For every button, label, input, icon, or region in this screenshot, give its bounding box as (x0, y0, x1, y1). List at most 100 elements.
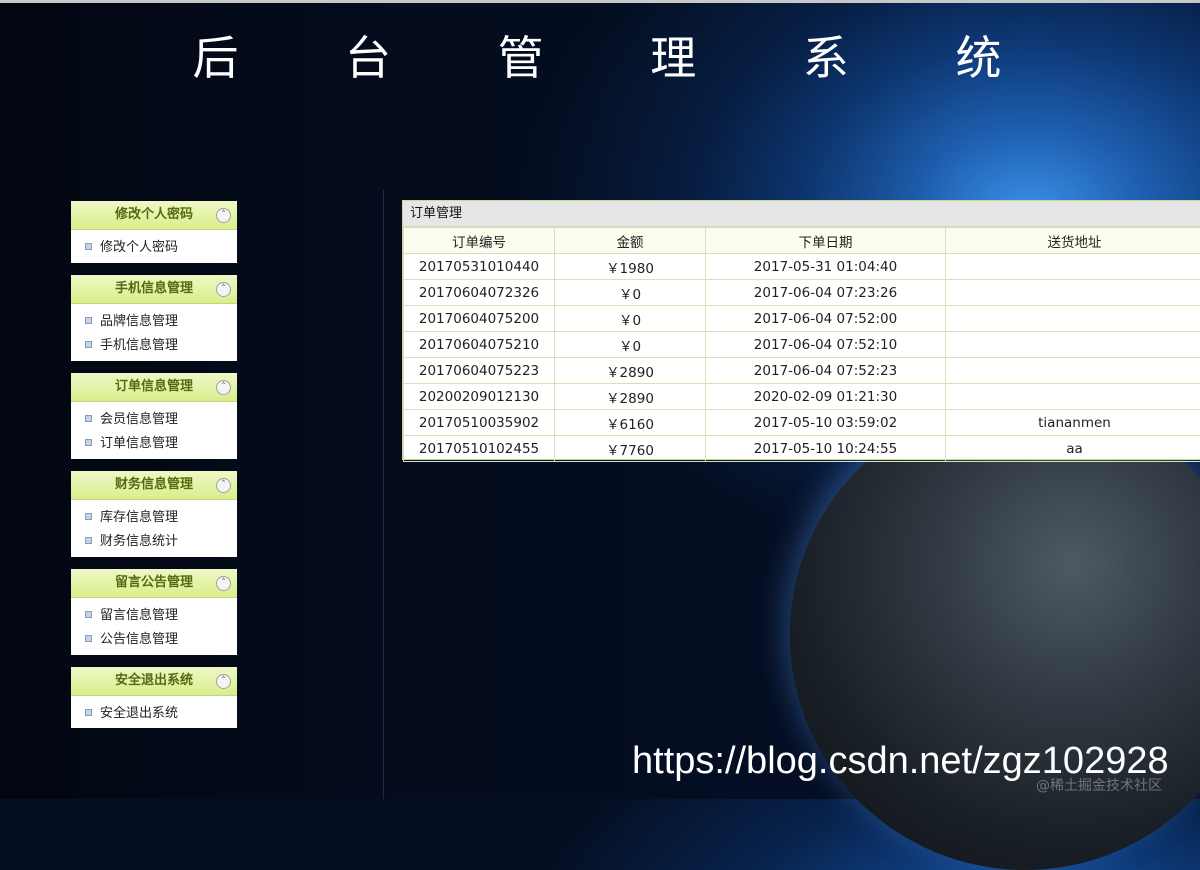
square-bullet-icon (85, 709, 92, 716)
table-row[interactable]: 20170604075223￥28902017-06-04 07:52:23 (404, 358, 1200, 384)
menu-group-title: 订单信息管理 (115, 379, 193, 394)
chevron-double-up-icon[interactable]: ˄ (216, 208, 231, 223)
cell-order-no: 20170604072326 (404, 280, 555, 306)
cell-order-no: 20170604075223 (404, 358, 555, 384)
menu-item[interactable]: 公告信息管理 (71, 628, 237, 653)
menu-item-list: 品牌信息管理手机信息管理 (71, 304, 237, 361)
menu-item-label: 修改个人密码 (100, 240, 178, 255)
square-bullet-icon (85, 611, 92, 618)
cell-address: tiananmen (946, 410, 1200, 436)
square-bullet-icon (85, 317, 92, 324)
menu-item[interactable]: 手机信息管理 (71, 334, 237, 359)
table-row[interactable]: 20170604075210￥02017-06-04 07:52:10 (404, 332, 1200, 358)
menu-item-list: 修改个人密码 (71, 230, 237, 263)
cell-amount: ￥0 (555, 332, 706, 358)
cell-address (946, 332, 1200, 358)
layout-divider (383, 190, 384, 799)
table-row[interactable]: 20170510035902￥61602017-05-10 03:59:02ti… (404, 410, 1200, 436)
table-row[interactable]: 20200209012130￥28902020-02-09 01:21:30 (404, 384, 1200, 410)
menu-group-title: 安全退出系统 (115, 673, 193, 688)
chevron-double-up-icon[interactable]: ˄ (216, 478, 231, 493)
menu-item-label: 库存信息管理 (100, 510, 178, 525)
cell-order-date: 2017-05-31 01:04:40 (706, 254, 946, 280)
page-title: 后 台 管 理 系 统 (0, 22, 1200, 88)
cell-order-no: 20170531010440 (404, 254, 555, 280)
column-header-order-date: 下单日期 (706, 228, 946, 254)
column-header-order-no: 订单编号 (404, 228, 555, 254)
cell-order-date: 2020-02-09 01:21:30 (706, 384, 946, 410)
menu-item-label: 手机信息管理 (100, 338, 178, 353)
square-bullet-icon (85, 341, 92, 348)
table-row[interactable]: 20170604075200￥02017-06-04 07:52:00 (404, 306, 1200, 332)
menu-group-header[interactable]: 修改个人密码 ˄ (71, 201, 237, 230)
cell-address (946, 358, 1200, 384)
menu-group-title: 留言公告管理 (115, 575, 193, 590)
order-table: 订单编号 金额 下单日期 送货地址 20170531010440￥1980201… (403, 227, 1200, 462)
menu-group-header[interactable]: 留言公告管理 ˄ (71, 569, 237, 598)
cell-amount: ￥0 (555, 280, 706, 306)
cell-address (946, 280, 1200, 306)
menu-group: 财务信息管理 ˄ 库存信息管理财务信息统计 (71, 471, 237, 557)
cell-order-date: 2017-06-04 07:23:26 (706, 280, 946, 306)
cell-amount: ￥6160 (555, 410, 706, 436)
square-bullet-icon (85, 415, 92, 422)
column-header-address: 送货地址 (946, 228, 1200, 254)
menu-item[interactable]: 订单信息管理 (71, 432, 237, 457)
cell-amount: ￥1980 (555, 254, 706, 280)
menu-item[interactable]: 会员信息管理 (71, 408, 237, 433)
menu-item[interactable]: 财务信息统计 (71, 530, 237, 555)
watermark-sub: @稀土掘金技术社区 (1036, 775, 1162, 795)
menu-item[interactable]: 修改个人密码 (71, 236, 237, 261)
menu-group-title: 财务信息管理 (115, 477, 193, 492)
menu-item-list: 会员信息管理订单信息管理 (71, 402, 237, 459)
menu-item[interactable]: 库存信息管理 (71, 506, 237, 531)
table-row[interactable]: 20170531010440￥19802017-05-31 01:04:40 (404, 254, 1200, 280)
cell-order-no: 20170604075200 (404, 306, 555, 332)
chevron-double-up-icon[interactable]: ˄ (216, 576, 231, 591)
cell-address: aa (946, 436, 1200, 462)
menu-group-title: 手机信息管理 (115, 281, 193, 296)
cell-order-no: 20170604075210 (404, 332, 555, 358)
menu-item-label: 安全退出系统 (100, 706, 178, 721)
square-bullet-icon (85, 513, 92, 520)
menu-item-list: 留言信息管理公告信息管理 (71, 598, 237, 655)
chevron-double-up-icon[interactable]: ˄ (216, 380, 231, 395)
cell-order-date: 2017-06-04 07:52:00 (706, 306, 946, 332)
cell-amount: ￥2890 (555, 358, 706, 384)
menu-group-header[interactable]: 订单信息管理 ˄ (71, 373, 237, 402)
square-bullet-icon (85, 635, 92, 642)
cell-order-no: 20200209012130 (404, 384, 555, 410)
panel-title: 订单管理 (403, 201, 1200, 227)
menu-group-header[interactable]: 财务信息管理 ˄ (71, 471, 237, 500)
menu-group: 修改个人密码 ˄ 修改个人密码 (71, 201, 237, 263)
cell-order-no: 20170510035902 (404, 410, 555, 436)
menu-item-label: 订单信息管理 (100, 436, 178, 451)
menu-item-label: 品牌信息管理 (100, 314, 178, 329)
menu-item[interactable]: 安全退出系统 (71, 702, 237, 727)
menu-item-list: 安全退出系统 (71, 696, 237, 729)
menu-group: 留言公告管理 ˄ 留言信息管理公告信息管理 (71, 569, 237, 655)
menu-item-list: 库存信息管理财务信息统计 (71, 500, 237, 557)
menu-item[interactable]: 留言信息管理 (71, 604, 237, 629)
square-bullet-icon (85, 243, 92, 250)
menu-group: 手机信息管理˄品牌信息管理手机信息管理 (71, 275, 237, 361)
menu-group-header[interactable]: 手机信息管理 ˄ (71, 275, 237, 304)
cell-order-date: 2017-06-04 07:52:23 (706, 358, 946, 384)
cell-address (946, 254, 1200, 280)
cell-amount: ￥2890 (555, 384, 706, 410)
table-row[interactable]: 20170510102455￥77602017-05-10 10:24:55aa (404, 436, 1200, 462)
chevron-double-up-icon[interactable]: ˄ (216, 674, 231, 689)
sidebar-menu: 修改个人密码˄修改个人密码手机信息管理˄品牌信息管理手机信息管理订单信息管理˄会… (71, 201, 237, 740)
menu-group-header[interactable]: 安全退出系统 ˄ (71, 667, 237, 696)
menu-item[interactable]: 品牌信息管理 (71, 310, 237, 335)
square-bullet-icon (85, 439, 92, 446)
menu-item-label: 公告信息管理 (100, 632, 178, 647)
table-row[interactable]: 20170604072326￥02017-06-04 07:23:26 (404, 280, 1200, 306)
cell-order-no: 20170510102455 (404, 436, 555, 462)
cell-order-date: 2017-06-04 07:52:10 (706, 332, 946, 358)
menu-group-title: 修改个人密码 (115, 207, 193, 222)
menu-group: 订单信息管理˄会员信息管理订单信息管理 (71, 373, 237, 459)
chevron-double-up-icon[interactable]: ˄ (216, 282, 231, 297)
cell-address (946, 384, 1200, 410)
cell-amount: ￥0 (555, 306, 706, 332)
